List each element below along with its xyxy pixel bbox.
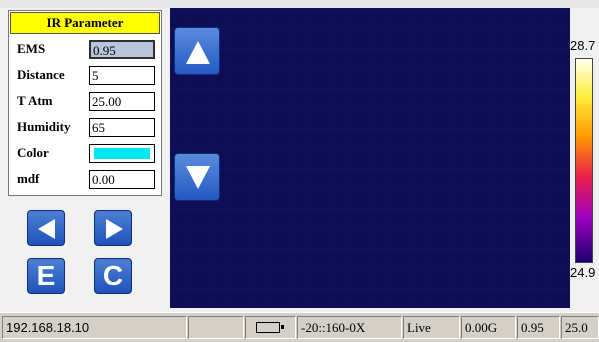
top-strip bbox=[0, 0, 599, 8]
temp-indicator: 25.0 bbox=[561, 316, 599, 339]
mode-indicator: Live bbox=[403, 316, 460, 339]
param-label: T Atm bbox=[17, 93, 53, 108]
scale-max-label: 28.7 bbox=[570, 38, 596, 53]
param-row-humidity: Humidity 65 bbox=[15, 117, 161, 139]
left-button[interactable] bbox=[27, 210, 65, 246]
param-row-distance: Distance 5 bbox=[15, 65, 161, 87]
ir-camera-screen: IR Parameter EMS 0.95 Distance 5 T Atm 2… bbox=[0, 0, 599, 342]
ems-indicator: 0.95 bbox=[517, 316, 560, 339]
color-field[interactable] bbox=[89, 144, 155, 163]
panel-title: IR Parameter bbox=[10, 12, 160, 34]
arrow-up-icon bbox=[186, 41, 210, 64]
e-button[interactable]: E bbox=[27, 258, 65, 294]
battery-cell bbox=[245, 316, 296, 339]
param-label: Humidity bbox=[17, 119, 71, 134]
color-scale-bar bbox=[575, 58, 593, 263]
param-row-ems: EMS 0.95 bbox=[15, 39, 161, 61]
arrow-right-icon bbox=[106, 219, 123, 239]
scroll-down-button[interactable] bbox=[174, 153, 220, 201]
status-bar: 192.168.18.10 -20::160-0X Live 0.00G 0.9… bbox=[0, 312, 599, 342]
humidity-field[interactable]: 65 bbox=[89, 118, 155, 137]
scale-min-label: 24.9 bbox=[570, 265, 596, 280]
param-row-color: Color bbox=[15, 143, 161, 165]
param-row-mdf: mdf 0.00 bbox=[15, 169, 161, 191]
arrow-down-icon bbox=[186, 166, 210, 189]
param-label: EMS bbox=[17, 41, 46, 56]
arrow-left-icon bbox=[38, 219, 55, 239]
mdf-field[interactable]: 0.00 bbox=[89, 170, 155, 189]
battery-icon bbox=[256, 322, 284, 333]
distance-field[interactable]: 5 bbox=[89, 66, 155, 85]
ems-field[interactable]: 0.95 bbox=[89, 40, 155, 59]
ir-parameter-panel: IR Parameter EMS 0.95 Distance 5 T Atm 2… bbox=[8, 10, 162, 196]
c-button[interactable]: C bbox=[94, 258, 132, 294]
gain-indicator: 0.00G bbox=[461, 316, 516, 339]
param-label: Distance bbox=[17, 67, 65, 82]
param-label: Color bbox=[17, 145, 49, 160]
status-empty-cell bbox=[188, 316, 244, 339]
scroll-up-button[interactable] bbox=[174, 27, 220, 75]
ip-address: 192.168.18.10 bbox=[2, 316, 187, 339]
color-swatch bbox=[94, 148, 150, 159]
t-atm-field[interactable]: 25.00 bbox=[89, 92, 155, 111]
range-indicator: -20::160-0X bbox=[297, 316, 402, 339]
right-button[interactable] bbox=[94, 210, 132, 246]
param-label: mdf bbox=[17, 171, 40, 186]
param-row-t-atm: T Atm 25.00 bbox=[15, 91, 161, 113]
thermal-image-view[interactable] bbox=[170, 8, 570, 308]
